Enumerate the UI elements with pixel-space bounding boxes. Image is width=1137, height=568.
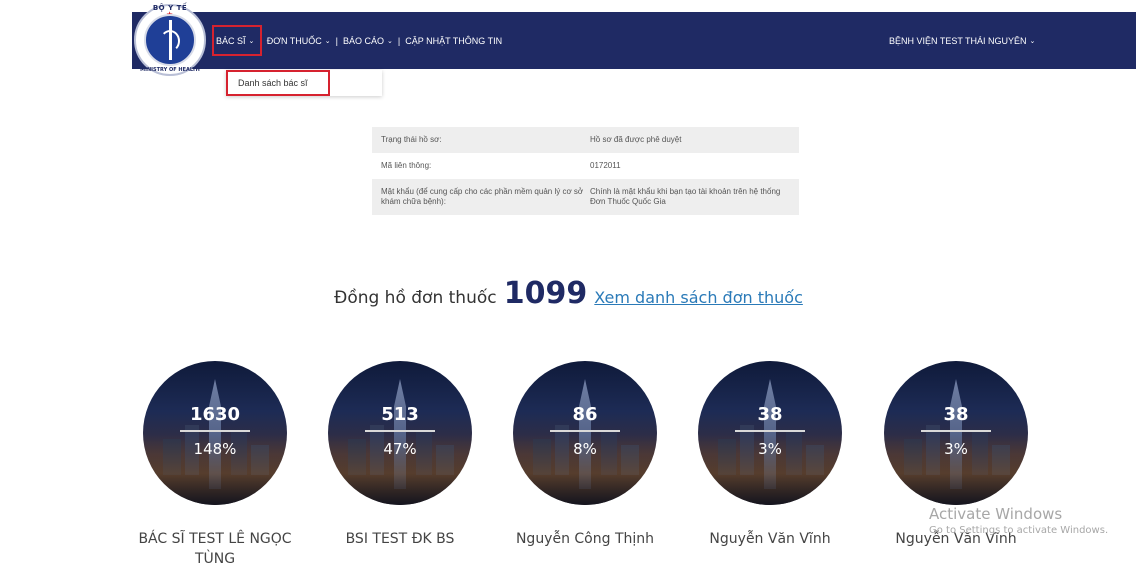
doctor-percent: 3%: [758, 440, 782, 458]
doctor-stat-circle[interactable]: 513 47%: [328, 361, 472, 505]
divider: [180, 430, 250, 432]
caduceus-icon: [144, 14, 196, 66]
nav-item-label: BÁO CÁO: [343, 35, 385, 46]
chevron-down-icon: ⌄: [324, 37, 331, 45]
doctor-count: 38: [757, 404, 783, 425]
divider: [365, 430, 435, 432]
dropdown-item-danh-sach-bac-si[interactable]: Danh sách bác sĩ: [226, 70, 330, 96]
logo-bottom-text: MINISTRY OF HEALTH: [140, 67, 200, 73]
doctor-count: 38: [943, 404, 969, 425]
doctor-stat-circle[interactable]: 86 8%: [513, 361, 657, 505]
watermark-subtitle: Go to Settings to activate Windows.: [929, 525, 1109, 536]
info-label: Trạng thái hồ sơ:: [381, 135, 442, 144]
info-value: Hồ sơ đã được phê duyệt: [590, 135, 682, 144]
nav-item-label: ĐƠN THUỐC: [266, 35, 322, 46]
doctor-stat-circle[interactable]: 1630 148%: [143, 361, 287, 505]
hospital-name: BỆNH VIỆN TEST THÁI NGUYÊN: [889, 35, 1027, 46]
activate-windows-watermark: Activate Windows Go to Settings to activ…: [929, 505, 1108, 536]
nav-item-don-thuoc[interactable]: ĐƠN THUỐC ⌄: [267, 36, 331, 46]
doctor-percent: 8%: [573, 440, 597, 458]
doctor-name[interactable]: Nguyễn Văn Vĩnh: [680, 529, 860, 549]
nav-separator: |: [397, 35, 401, 46]
divider: [735, 430, 805, 432]
info-row: Mật khẩu (để cung cấp cho các phần mềm q…: [372, 179, 799, 215]
nav-item-cap-nhat-thong-tin[interactable]: CẬP NHẬT THÔNG TIN: [405, 36, 502, 46]
nav-separator: |: [335, 35, 339, 46]
doctor-count: 1630: [189, 404, 241, 425]
counter-label: Đồng hồ đơn thuốc: [334, 288, 497, 308]
ministry-of-health-logo[interactable]: BỘ Y TẾ ★ MINISTRY OF HEALTH: [134, 4, 206, 76]
info-label: Mã liên thông:: [381, 161, 432, 170]
watermark-title: Activate Windows: [929, 505, 1063, 523]
profile-info-table: Trạng thái hồ sơ: Hồ sơ đã được phê duyệ…: [372, 127, 799, 215]
doctor-name[interactable]: Nguyễn Công Thịnh: [495, 529, 675, 549]
hospital-menu[interactable]: BỆNH VIỆN TEST THÁI NGUYÊN ⌄: [889, 12, 1035, 69]
prescription-counter: Đồng hồ đơn thuốc 1099 Xem danh sách đơn…: [0, 276, 1137, 311]
info-row: Mã liên thông: 0172011: [372, 153, 799, 179]
doctor-name[interactable]: BÁC SĨ TEST LÊ NGỌC TÙNG: [125, 529, 305, 568]
doctor-name[interactable]: BSI TEST ĐK BS: [310, 529, 490, 549]
doctor-stat-circle[interactable]: 38 3%: [698, 361, 842, 505]
doctor-dropdown-menu: Danh sách bác sĩ: [226, 70, 382, 96]
doctor-count: 86: [572, 404, 598, 425]
info-row: Trạng thái hồ sơ: Hồ sơ đã được phê duyệ…: [372, 127, 799, 153]
nav-highlight-box: [212, 25, 262, 56]
doctor-count: 513: [381, 404, 419, 425]
view-prescriptions-link[interactable]: Xem danh sách đơn thuốc: [594, 288, 803, 307]
info-value: Chính là mật khẩu khi bạn tạo tài khoản …: [590, 187, 781, 206]
doctor-percent: 3%: [944, 440, 968, 458]
chevron-down-icon: ⌄: [1029, 37, 1036, 45]
chevron-down-icon: ⌄: [387, 37, 393, 45]
info-label: Mật khẩu (để cung cấp cho các phần mềm q…: [381, 187, 584, 206]
nav-item-label: CẬP NHẬT THÔNG TIN: [405, 35, 503, 46]
counter-value: 1099: [503, 276, 588, 311]
info-value: 0172011: [590, 161, 621, 170]
divider: [921, 430, 991, 432]
doctor-percent: 148%: [193, 440, 237, 458]
doctor-percent: 47%: [383, 440, 417, 458]
divider: [550, 430, 620, 432]
doctor-stat-circle[interactable]: 38 3%: [884, 361, 1028, 505]
nav-item-bao-cao[interactable]: BÁO CÁO ⌄: [343, 36, 393, 46]
